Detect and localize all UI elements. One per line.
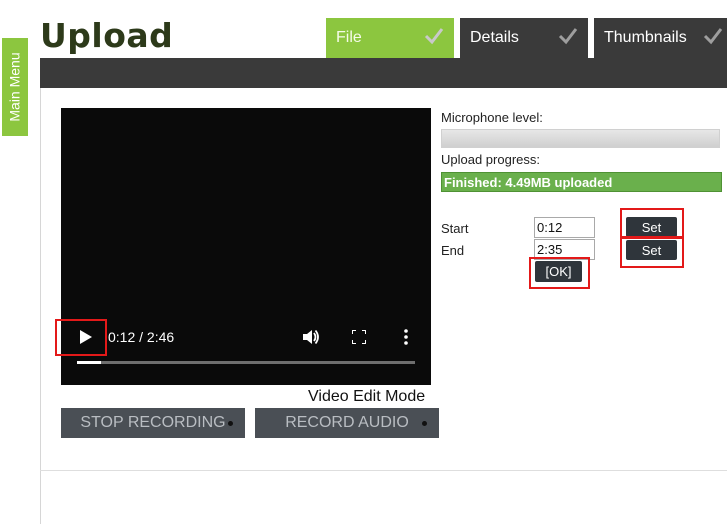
highlight-set-start: [620, 208, 684, 239]
volume-icon[interactable]: [302, 328, 320, 346]
main-menu-label: Main Menu: [7, 52, 24, 122]
status-dot-icon: [422, 421, 427, 426]
check-icon: [558, 28, 578, 45]
tab-bar-underline: [40, 58, 727, 88]
fullscreen-icon[interactable]: [352, 330, 366, 344]
tab-thumbnails[interactable]: Thumbnails: [594, 18, 727, 58]
status-dot-icon: [228, 421, 233, 426]
end-label: End: [441, 243, 465, 258]
page-title: Upload: [40, 16, 174, 55]
tab-file[interactable]: File: [326, 18, 454, 58]
check-icon: [424, 28, 444, 45]
video-progress-bar[interactable]: [77, 361, 415, 364]
video-edit-mode-label: Video Edit Mode: [308, 388, 426, 405]
highlight-play: [55, 319, 107, 356]
microphone-level-meter: [441, 129, 720, 148]
main-menu-tab[interactable]: Main Menu: [2, 38, 28, 136]
video-time-display: 0:12 / 2:46: [108, 329, 175, 345]
highlight-set-end: [620, 236, 684, 268]
tab-details[interactable]: Details: [460, 18, 588, 58]
tab-thumbnails-label: Thumbnails: [604, 29, 687, 46]
start-time-input[interactable]: [534, 217, 595, 238]
upload-progress-bar: Finished: 4.49MB uploaded: [441, 172, 722, 192]
tab-file-label: File: [336, 29, 362, 46]
start-label: Start: [441, 221, 469, 236]
record-audio-button[interactable]: RECORD AUDIO: [255, 408, 439, 438]
highlight-ok: [529, 257, 590, 289]
check-icon: [703, 28, 723, 45]
microphone-level-label: Microphone level:: [441, 110, 543, 125]
tab-details-label: Details: [470, 29, 519, 46]
upload-progress-label: Upload progress:: [441, 152, 540, 167]
record-audio-label: RECORD AUDIO: [285, 414, 409, 431]
divider: [40, 470, 727, 471]
more-options-icon[interactable]: [403, 329, 409, 345]
stop-recording-button[interactable]: STOP RECORDING: [61, 408, 245, 438]
video-progress-fill: [77, 361, 101, 364]
stop-recording-label: STOP RECORDING: [80, 414, 226, 431]
upload-status-text: Finished: 4.49MB uploaded: [444, 175, 613, 190]
